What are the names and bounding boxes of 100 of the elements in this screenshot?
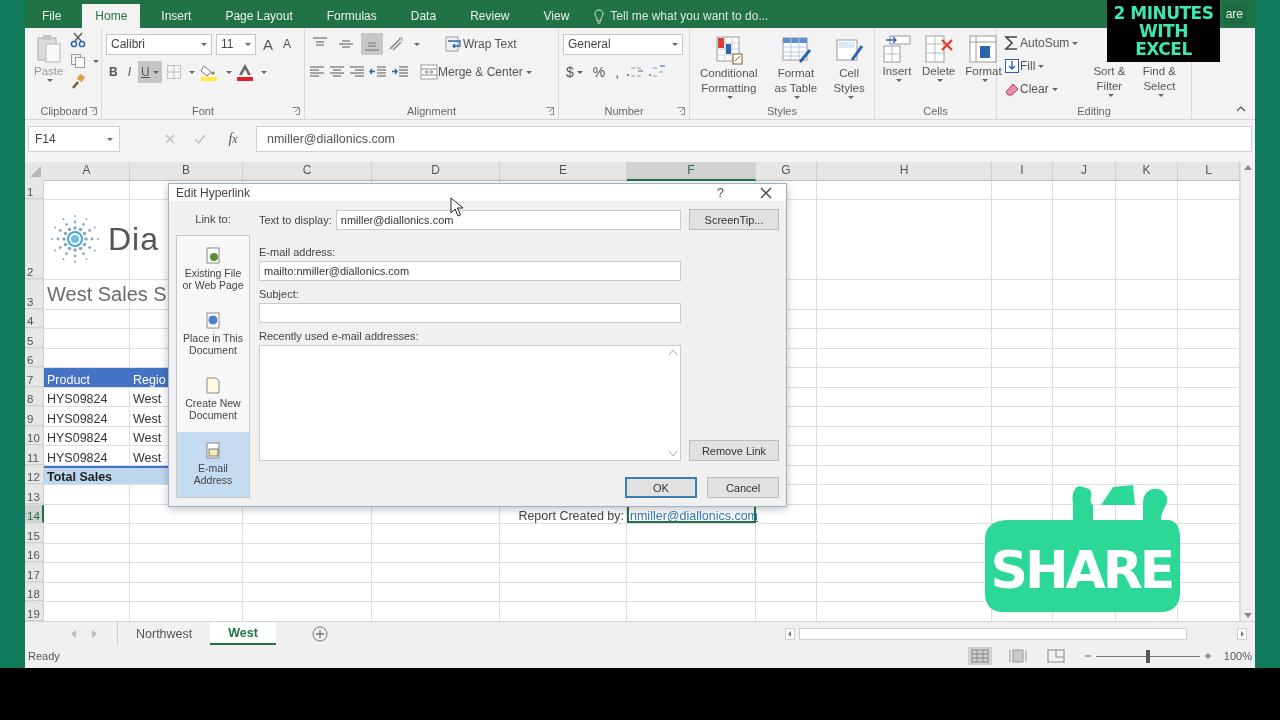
scroll-right-icon[interactable]: [1237, 627, 1247, 640]
column-header[interactable]: J: [1053, 162, 1116, 181]
increase-indent-icon[interactable]: [391, 65, 409, 79]
zoom-out-icon[interactable]: [1083, 652, 1092, 660]
ribbon-tab[interactable]: File: [29, 4, 75, 28]
row-header[interactable]: 13: [25, 485, 44, 504]
format-painter-icon[interactable]: [70, 74, 87, 90]
bold-button[interactable]: B: [106, 61, 121, 83]
ribbon-tab[interactable]: Review: [457, 4, 523, 28]
formula-field[interactable]: nmiller@diallonics.com: [256, 126, 1252, 152]
horizontal-scrollbar[interactable]: [799, 627, 1187, 640]
dialog-launcher-icon[interactable]: [677, 107, 685, 115]
ribbon-tab[interactable]: View: [530, 4, 583, 28]
conditional-formatting-button[interactable]: Conditional Formatting: [694, 32, 764, 103]
select-all-icon[interactable]: [25, 162, 44, 180]
row-header[interactable]: 19: [25, 602, 44, 621]
scroll-down-icon[interactable]: [669, 451, 677, 456]
comma-button[interactable]: ,: [612, 61, 623, 83]
scroll-up-icon[interactable]: [669, 350, 677, 355]
percent-button[interactable]: %: [589, 61, 609, 83]
column-header[interactable]: D: [372, 162, 500, 181]
ribbon-tab[interactable]: Data: [397, 4, 450, 28]
column-header[interactable]: H: [817, 162, 992, 181]
dialog-launcher-icon[interactable]: [292, 107, 300, 115]
recent-addresses-list[interactable]: [259, 345, 681, 461]
increase-font-size-button[interactable]: A: [260, 33, 276, 55]
email-address-field[interactable]: mailto:nmiller@diallonics.com: [259, 261, 681, 281]
align-left-icon[interactable]: [309, 65, 325, 79]
ribbon-tab[interactable]: Home: [82, 4, 141, 28]
dialog-launcher-icon[interactable]: [546, 107, 554, 115]
cancel-button[interactable]: Cancel: [707, 477, 779, 498]
collapse-ribbon-icon[interactable]: [1235, 105, 1247, 113]
row-header[interactable]: 17: [25, 563, 44, 582]
column-header[interactable]: I: [992, 162, 1053, 181]
number-format-dropdown[interactable]: General: [563, 33, 683, 55]
cut-icon[interactable]: [70, 32, 87, 48]
remove-link-button[interactable]: Remove Link: [689, 440, 779, 461]
row-header[interactable]: 11: [25, 446, 44, 465]
view-button[interactable]: [967, 647, 992, 665]
ribbon-tab[interactable]: Page Layout: [212, 4, 306, 28]
underline-button[interactable]: U: [138, 61, 162, 83]
merge-center-button[interactable]: Merge & Center: [417, 61, 535, 83]
cell-styles-button[interactable]: Cell Styles: [828, 32, 870, 103]
sort-filter-button[interactable]: Sort & Filter: [1085, 62, 1134, 103]
scroll-left-icon[interactable]: [785, 627, 795, 640]
row-header[interactable]: 5: [25, 329, 44, 348]
row-header[interactable]: 7: [25, 368, 44, 387]
link-type-option[interactable]: Place in This Document: [177, 301, 249, 367]
column-header[interactable]: K: [1116, 162, 1178, 181]
decrease-decimal-icon[interactable]: [648, 64, 667, 80]
font-dropdown[interactable]: Calibri: [106, 33, 212, 55]
row-header[interactable]: 1: [25, 180, 44, 199]
ribbon-tab[interactable]: Insert: [148, 4, 205, 28]
font-size-dropdown[interactable]: 11: [216, 33, 256, 55]
name-box[interactable]: F14: [28, 126, 120, 152]
column-header[interactable]: E: [500, 162, 627, 181]
cancel-icon[interactable]: [165, 134, 176, 144]
dialog-launcher-icon[interactable]: [89, 107, 97, 115]
wrap-text-button[interactable]: Wrap Text: [442, 33, 520, 55]
decrease-indent-icon[interactable]: [369, 65, 387, 79]
sheet-tab[interactable]: West: [210, 622, 276, 645]
italic-button[interactable]: I: [124, 61, 134, 83]
column-header[interactable]: B: [130, 162, 243, 181]
column-header[interactable]: C: [243, 162, 372, 181]
find-select-button[interactable]: Find & Select: [1135, 62, 1184, 103]
increase-decimal-icon[interactable]: [626, 64, 645, 80]
column-header[interactable]: L: [1178, 162, 1240, 181]
previous-sheet-icon[interactable]: [71, 629, 76, 638]
help-button[interactable]: ?: [710, 184, 730, 201]
scroll-down-icon[interactable]: [1244, 613, 1252, 618]
row-header[interactable]: 2: [25, 199, 44, 279]
link-type-option[interactable]: E-mail Address: [177, 431, 249, 497]
align-center-icon[interactable]: [329, 65, 345, 79]
row-header[interactable]: 15: [25, 524, 44, 543]
link-type-option[interactable]: Existing File or Web Page: [177, 236, 249, 302]
table-style-button[interactable]: Format as Table: [767, 32, 825, 103]
tell-me-search[interactable]: Tell me what you want to do...: [594, 4, 769, 28]
ribbon-tab[interactable]: Formulas: [313, 4, 390, 28]
link-type-option[interactable]: Create New Document: [177, 366, 249, 432]
borders-icon[interactable]: [165, 64, 182, 80]
check-icon[interactable]: [194, 134, 207, 144]
ok-button[interactable]: OK: [625, 477, 697, 498]
decrease-font-size-button[interactable]: A: [280, 33, 295, 55]
column-header[interactable]: A: [44, 162, 130, 181]
sheet-tab[interactable]: Northwest: [118, 622, 211, 645]
scroll-up-icon[interactable]: [1244, 165, 1252, 170]
next-sheet-icon[interactable]: [92, 629, 97, 638]
currency-button[interactable]: $: [563, 61, 586, 83]
font-color-icon[interactable]: [235, 63, 254, 81]
column-header[interactable]: G: [756, 162, 817, 181]
zoom-slider-thumb[interactable]: [1145, 649, 1150, 663]
vertical-scrollbar[interactable]: [1240, 162, 1255, 621]
fill-color-icon[interactable]: [198, 63, 219, 81]
insert-cells-button[interactable]: Insert: [879, 32, 915, 103]
screentip-button[interactable]: ScreenTip...: [689, 209, 779, 230]
row-header[interactable]: 9: [25, 407, 44, 426]
add-sheet-icon[interactable]: [311, 625, 328, 642]
zoom-in-icon[interactable]: [1203, 652, 1212, 660]
align-button[interactable]: [361, 33, 383, 55]
copy-icon[interactable]: [70, 53, 87, 69]
